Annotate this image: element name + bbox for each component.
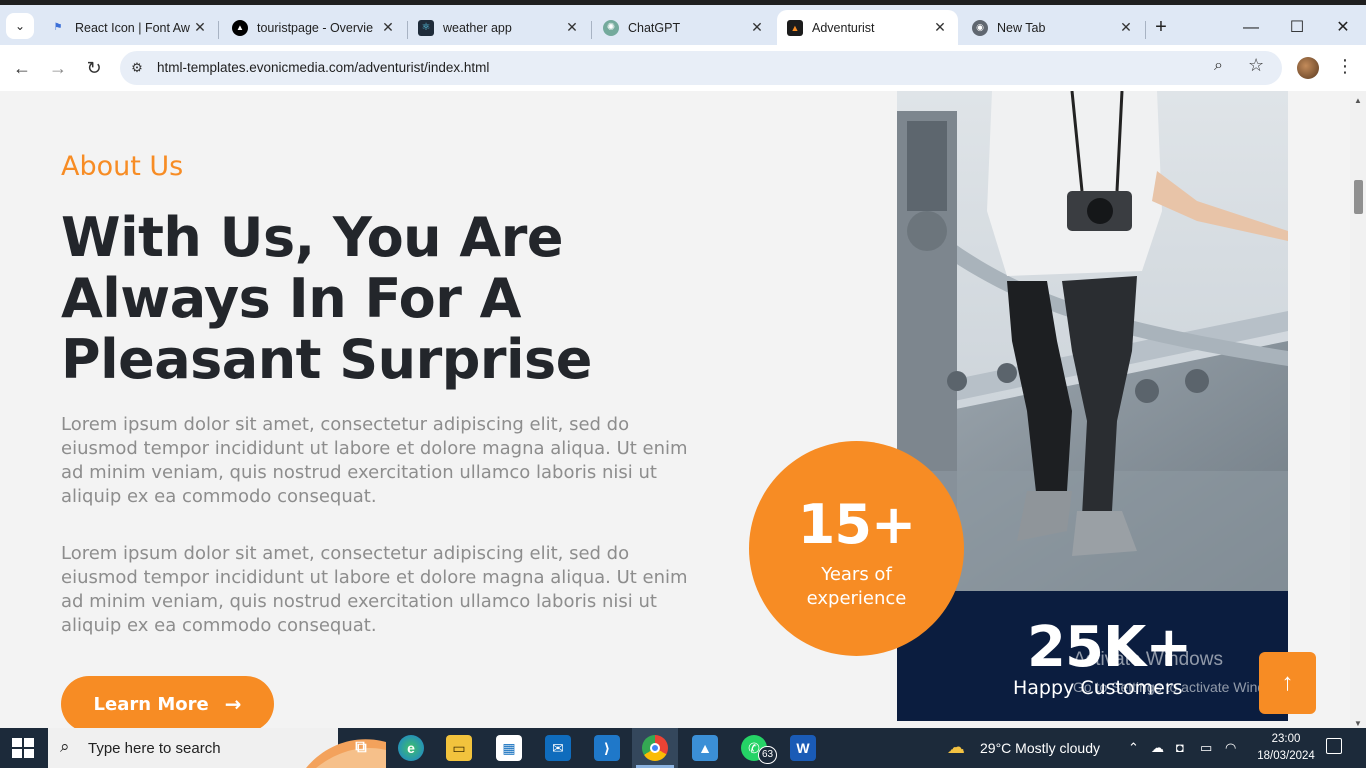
taskbar-search-box[interactable]: ⌕ Type here to search: [48, 728, 386, 768]
about-paragraph-2: Lorem ipsum dolor sit amet, consectetur …: [61, 543, 688, 636]
page-viewport: About Us With Us, You Are Always In For …: [0, 91, 1350, 728]
zoom-icon[interactable]: ⌕: [1214, 57, 1223, 75]
tab-chatgpt[interactable]: ✺ ChatGPT ✕: [593, 10, 775, 45]
years-experience-badge: 15+ Years of experience: [749, 441, 964, 656]
tab-touristpage[interactable]: ▲ touristpage - Overvie ✕: [222, 10, 406, 45]
tab-strip: ⌄ ⚑ React Icon | Font Awe ✕ ▲ touristpag…: [0, 5, 1366, 45]
scrollbar-thumb[interactable]: [1354, 180, 1363, 214]
react-atom-icon: ⚛: [418, 19, 434, 36]
word-icon[interactable]: W: [790, 735, 816, 761]
scroll-down-arrow-icon[interactable]: ▼: [1354, 719, 1362, 728]
scroll-up-arrow-icon[interactable]: ▲: [1354, 96, 1362, 105]
taskbar-clock[interactable]: 23:00 18/03/2024: [1256, 731, 1316, 765]
maximize-button[interactable]: ☐: [1274, 15, 1320, 41]
chatgpt-icon: ✺: [603, 19, 619, 36]
photos-icon[interactable]: ▲: [692, 735, 718, 761]
years-count: 15+: [797, 493, 916, 556]
url-text[interactable]: html-templates.evonicmedia.com/adventuri…: [157, 60, 489, 75]
about-paragraph-1: Lorem ipsum dolor sit amet, consectetur …: [61, 414, 688, 507]
mountain-icon: ▲: [787, 19, 803, 36]
weather-text[interactable]: 29°C Mostly cloudy: [980, 740, 1100, 756]
flag-icon: ⚑: [53, 22, 63, 33]
back-button[interactable]: ←: [10, 56, 34, 80]
vercel-triangle-icon: ▲: [232, 19, 248, 36]
notification-center-icon[interactable]: [1326, 738, 1342, 754]
back-to-top-button[interactable]: ↑: [1259, 652, 1316, 714]
clock-date: 18/03/2024: [1257, 750, 1315, 762]
whatsapp-unread-badge: 63: [758, 746, 777, 764]
tab-separator: [218, 21, 219, 39]
about-headline: With Us, You Are Always In For A Pleasan…: [61, 206, 592, 391]
onedrive-icon[interactable]: ☁: [1151, 740, 1164, 756]
tab-search-button[interactable]: ⌄: [6, 13, 34, 39]
tab-label: weather app: [443, 20, 512, 35]
tab-separator: [591, 21, 592, 39]
camera-icon[interactable]: ◘: [1176, 740, 1184, 755]
tab-close-button[interactable]: ✕: [378, 19, 398, 36]
tray-chevron-up-icon[interactable]: ⌃: [1128, 740, 1139, 756]
chrome-taskbar-icon[interactable]: [642, 735, 668, 761]
arrow-right-icon: →: [49, 58, 67, 78]
windows-taskbar: ⌕ Type here to search ⧉ e ▭ ▦ ✉ ⟩ ▲ ✆ W …: [0, 728, 1366, 768]
edge-browser-icon[interactable]: e: [398, 735, 424, 761]
tab-label: touristpage - Overvie: [257, 20, 374, 35]
tab-new-tab[interactable]: ◉ New Tab ✕: [962, 10, 1144, 45]
arrow-right-icon: →: [224, 692, 242, 716]
browser-toolbar: ← → ↻ ⚙ html-templates.evonicmedia.com/a…: [0, 45, 1366, 91]
microsoft-store-icon[interactable]: ▦: [496, 735, 522, 761]
chevron-down-icon: ⌄: [14, 19, 26, 33]
tab-close-button[interactable]: ✕: [1116, 19, 1136, 36]
reload-button[interactable]: ↻: [82, 56, 106, 80]
wifi-icon[interactable]: ◠: [1225, 740, 1236, 756]
vscode-icon[interactable]: ⟩: [594, 735, 620, 761]
close-window-button[interactable]: ✕: [1320, 15, 1366, 41]
address-bar[interactable]: ⚙ html-templates.evonicmedia.com/adventu…: [120, 51, 1282, 85]
clock-time: 23:00: [1271, 733, 1301, 745]
tab-close-button[interactable]: ✕: [190, 19, 210, 36]
tab-separator: [1145, 21, 1146, 39]
tab-react-icon[interactable]: ⚑ React Icon | Font Awe ✕: [40, 10, 218, 45]
page-scrollbar[interactable]: ▲ ▼: [1350, 91, 1366, 728]
arrow-up-icon: ↑: [1281, 669, 1294, 696]
search-icon: ⌕: [60, 737, 70, 756]
forward-button[interactable]: →: [46, 56, 70, 80]
arrow-left-icon: ←: [13, 58, 31, 78]
profile-avatar[interactable]: [1297, 57, 1319, 79]
menu-kebab-icon[interactable]: ⋮: [1336, 56, 1354, 77]
new-tab-button[interactable]: +: [1150, 17, 1172, 39]
tab-adventurist[interactable]: ▲ Adventurist ✕: [777, 10, 958, 45]
mail-icon[interactable]: ✉: [545, 735, 571, 761]
site-info-icon[interactable]: ⚙: [128, 60, 146, 76]
task-view-icon[interactable]: ⧉: [348, 735, 374, 761]
reload-icon: ↻: [86, 58, 102, 78]
windows-start-icon[interactable]: [12, 738, 34, 758]
file-explorer-icon[interactable]: ▭: [446, 735, 472, 761]
learn-more-button[interactable]: Learn More →: [61, 676, 274, 728]
tab-close-button[interactable]: ✕: [562, 19, 582, 36]
chrome-icon: ◉: [972, 19, 988, 36]
weather-cloud-icon[interactable]: ☁: [947, 737, 965, 758]
search-placeholder: Type here to search: [88, 740, 221, 757]
tab-close-button[interactable]: ✕: [930, 19, 950, 36]
years-label: Years of experience: [806, 564, 907, 609]
tab-label: ChatGPT: [628, 20, 681, 35]
tab-weather-app[interactable]: ⚛ weather app ✕: [408, 10, 590, 45]
tab-label: New Tab: [997, 20, 1046, 35]
tab-label: Adventurist: [812, 20, 875, 35]
bookmark-star-icon[interactable]: ☆: [1248, 55, 1264, 76]
minimize-button[interactable]: —: [1228, 15, 1274, 41]
learn-more-label: Learn More: [93, 693, 209, 715]
battery-icon[interactable]: ▭: [1200, 740, 1212, 756]
tab-close-button[interactable]: ✕: [747, 19, 767, 36]
tab-label: React Icon | Font Awe: [75, 20, 190, 35]
search-highlight-art: [306, 739, 386, 768]
about-us-label: About Us: [61, 151, 184, 182]
